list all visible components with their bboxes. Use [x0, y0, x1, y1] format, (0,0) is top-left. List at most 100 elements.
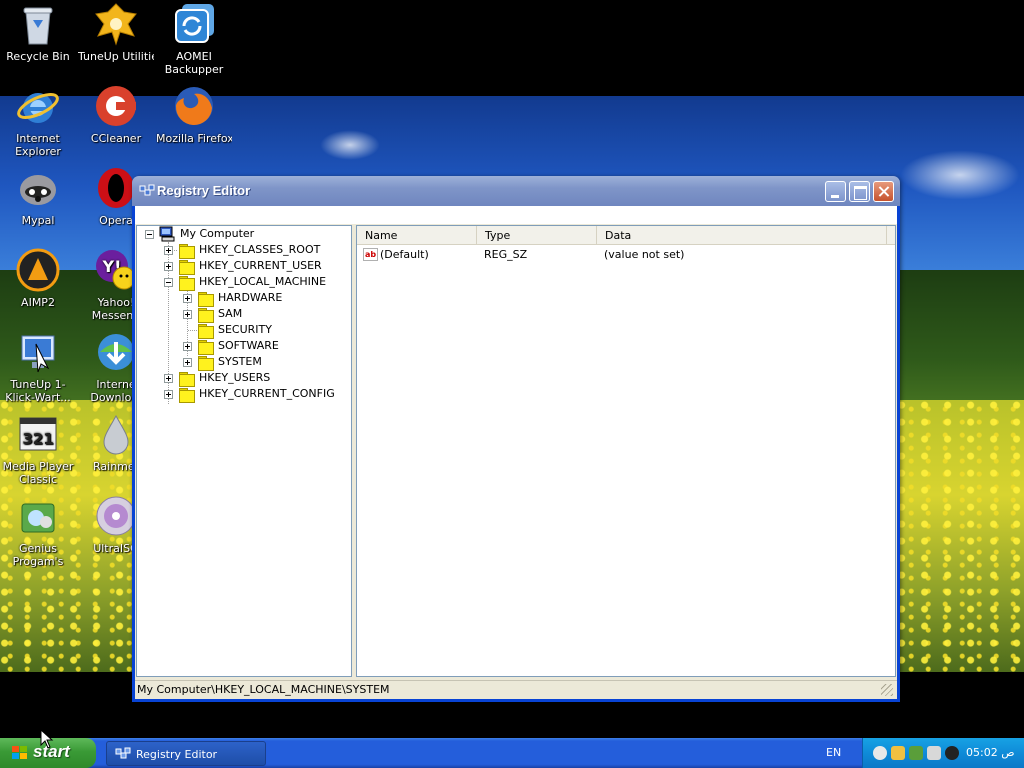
tree-item-label: SAM: [218, 307, 243, 320]
registry-values-pane[interactable]: Name Type Data ab (Default) REG_SZ (valu…: [356, 225, 896, 677]
resize-grip-icon[interactable]: [881, 684, 893, 696]
expand-icon[interactable]: [164, 246, 173, 255]
tree-item-system[interactable]: SYSTEM: [137, 354, 351, 371]
maximize-button[interactable]: [849, 181, 870, 202]
tree-item-hkey-local-machine[interactable]: HKEY_LOCAL_MACHINE: [137, 274, 351, 291]
expand-icon[interactable]: [164, 262, 173, 271]
tray-icon-safely-remove[interactable]: [909, 746, 923, 760]
wallpaper-cloud: [900, 150, 1020, 200]
folder-icon: [198, 292, 214, 307]
column-header-data[interactable]: Data: [597, 226, 887, 245]
window-title: Registry Editor: [157, 183, 251, 198]
desktop-icon-ccleaner[interactable]: CCleaner: [78, 84, 154, 145]
desktop-icon-mypal[interactable]: Mypal: [0, 166, 76, 227]
registry-editor-icon: [139, 183, 155, 199]
tree-item-label: SYSTEM: [218, 355, 262, 368]
tree-item-label: SECURITY: [218, 323, 272, 336]
media-player-classic-icon: 321: [16, 412, 60, 456]
tree-item-my-computer[interactable]: My Computer: [137, 226, 351, 242]
value-data: (value not set): [604, 248, 685, 261]
genius-programs-icon: [16, 494, 60, 538]
tree-item-label: HKEY_CURRENT_CONFIG: [199, 387, 335, 400]
tray-icon-users[interactable]: [891, 746, 905, 760]
desktop-icon-recycle-bin[interactable]: Recycle Bin: [0, 2, 76, 63]
taskbar-button-registry-editor[interactable]: Registry Editor: [106, 741, 266, 766]
language-indicator[interactable]: EN: [826, 746, 841, 759]
tree-item-software[interactable]: SOFTWARE: [137, 338, 351, 355]
desktop-icon-tuneup-utilities[interactable]: TuneUp Utilities: [78, 2, 154, 63]
tuneup-1klick-icon: [16, 330, 60, 374]
tree-item-hkey-users[interactable]: HKEY_USERS: [137, 370, 351, 387]
collapse-icon[interactable]: [145, 230, 154, 239]
desktop-icon-internet-explorer[interactable]: Internet Explorer: [0, 84, 76, 158]
tree-item-label: SOFTWARE: [218, 339, 279, 352]
tree-item-label: HKEY_USERS: [199, 371, 271, 384]
tree-item-hkey-current-user[interactable]: HKEY_CURRENT_USER: [137, 258, 351, 275]
tree-item-sam[interactable]: SAM: [137, 306, 351, 323]
tree-item-label: HARDWARE: [218, 291, 283, 304]
folder-icon: [179, 372, 195, 387]
aimp-icon: [16, 248, 60, 292]
folder-open-icon: [179, 276, 195, 291]
folder-open-icon: [198, 356, 214, 371]
firefox-icon: [172, 84, 216, 128]
column-header-row: Name Type Data: [357, 226, 895, 245]
desktop-icon-aimp2[interactable]: AIMP2: [0, 248, 76, 309]
desktop-icon-tuneup-1klick[interactable]: TuneUp 1-Klick-Wart...: [0, 330, 76, 404]
recycle-bin-icon: [16, 2, 60, 46]
string-value-icon: ab: [363, 248, 378, 261]
tree-item-hkey-current-config[interactable]: HKEY_CURRENT_CONFIG: [137, 386, 351, 403]
folder-icon: [179, 388, 195, 403]
expand-icon[interactable]: [183, 294, 192, 303]
tree-item-label: HKEY_LOCAL_MACHINE: [199, 275, 327, 288]
minimize-button[interactable]: [825, 181, 846, 202]
desktop-icon-media-player-classic[interactable]: 321 Media Player Classic: [0, 412, 76, 486]
tray-icon-app[interactable]: [945, 746, 959, 760]
registry-editor-icon: [115, 746, 131, 762]
taskbar-button-label: Registry Editor: [136, 748, 218, 761]
expand-icon[interactable]: [183, 358, 192, 367]
taskbar: start Registry Editor EN 05:02 ص: [0, 738, 1024, 768]
window-body: My Computer HKEY_CLASSES_ROOT HKEY_CURRE…: [135, 206, 897, 699]
folder-icon: [179, 260, 195, 275]
my-computer-icon: [159, 226, 175, 242]
value-type: REG_SZ: [484, 248, 528, 261]
system-tray: 05:02 ص: [862, 738, 1024, 768]
desktop-icon-aomei-backupper[interactable]: AOMEI Backupper: [156, 2, 232, 76]
column-header-name[interactable]: Name: [357, 226, 477, 245]
status-bar: My Computer\HKEY_LOCAL_MACHINE\SYSTEM: [135, 680, 897, 699]
mypal-icon: [16, 166, 60, 210]
expand-icon[interactable]: [164, 390, 173, 399]
registry-value-row[interactable]: ab (Default) REG_SZ (value not set): [357, 247, 895, 263]
tray-icon-network[interactable]: [873, 746, 887, 760]
folder-icon: [198, 340, 214, 355]
tree-item-hardware[interactable]: HARDWARE: [137, 290, 351, 307]
column-header-type[interactable]: Type: [477, 226, 597, 245]
menu-bar[interactable]: [135, 206, 897, 224]
expand-icon[interactable]: [183, 310, 192, 319]
tree-item-hkey-classes-root[interactable]: HKEY_CLASSES_ROOT: [137, 242, 351, 259]
desktop-icon-genius-programs[interactable]: Genius Progam's: [0, 494, 76, 568]
value-name: (Default): [380, 248, 429, 261]
tray-icon-display[interactable]: [927, 746, 941, 760]
desktop-icon-firefox[interactable]: Mozilla Firefox: [156, 84, 232, 145]
title-bar[interactable]: Registry Editor: [132, 176, 900, 206]
wallpaper-cloud: [320, 130, 380, 160]
folder-icon: [198, 324, 214, 339]
ccleaner-icon: [94, 84, 138, 128]
expand-icon[interactable]: [183, 342, 192, 351]
tree-item-label: HKEY_CLASSES_ROOT: [199, 243, 321, 256]
clock[interactable]: 05:02 ص: [966, 746, 1015, 759]
windows-logo-icon: [12, 746, 28, 760]
expand-icon[interactable]: [164, 374, 173, 383]
tree-item-label: HKEY_CURRENT_USER: [199, 259, 322, 272]
registry-tree-pane[interactable]: My Computer HKEY_CLASSES_ROOT HKEY_CURRE…: [136, 225, 352, 677]
collapse-icon[interactable]: [164, 278, 173, 287]
internet-explorer-icon: [16, 84, 60, 128]
svg-text:321: 321: [22, 430, 53, 448]
status-path: My Computer\HKEY_LOCAL_MACHINE\SYSTEM: [137, 683, 390, 696]
tree-item-label: My Computer: [180, 227, 255, 240]
close-button[interactable]: [873, 181, 894, 202]
registry-editor-window[interactable]: Registry Editor My Computer HKEY_CLASSES…: [132, 176, 900, 702]
tree-item-security[interactable]: SECURITY: [137, 322, 351, 339]
